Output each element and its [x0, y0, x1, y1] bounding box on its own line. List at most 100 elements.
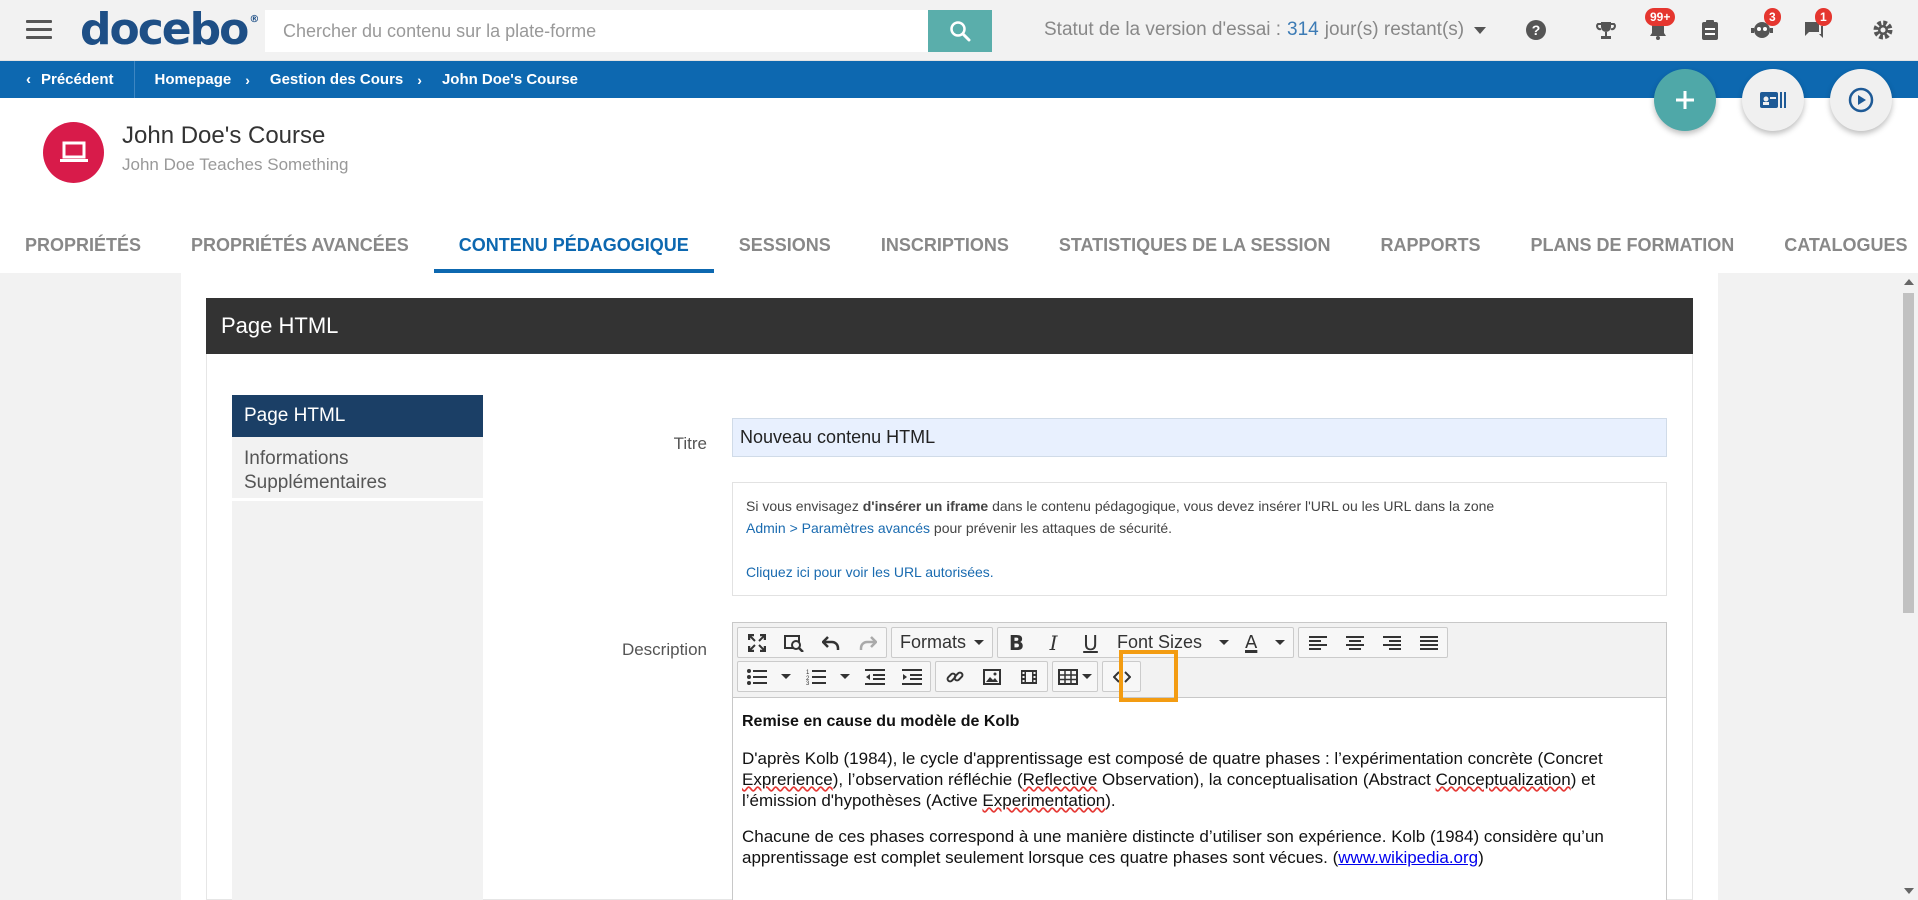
clipboard-icon[interactable]	[1697, 17, 1723, 43]
undo-icon[interactable]	[812, 628, 849, 657]
allowed-urls-link[interactable]: Cliquez ici pour voir les URL autorisées…	[746, 564, 994, 580]
gear-icon[interactable]	[1870, 17, 1896, 43]
formats-dropdown[interactable]: Formats	[892, 628, 992, 657]
caret-down-icon[interactable]	[775, 662, 797, 691]
search-icon	[950, 21, 971, 42]
menu-icon[interactable]	[26, 20, 52, 40]
page-scrollbar[interactable]	[1899, 273, 1918, 900]
align-right-icon[interactable]	[1373, 628, 1410, 657]
play-icon	[1848, 87, 1874, 113]
messages-badge: 1	[1815, 8, 1832, 26]
scroll-down-icon[interactable]	[1904, 888, 1914, 894]
side-item-additional-info[interactable]: Informations Supplémentaires	[232, 437, 483, 501]
side-item-html-page[interactable]: Page HTML	[232, 395, 483, 437]
title-input[interactable]	[732, 418, 1667, 457]
justify-icon[interactable]	[1410, 628, 1447, 657]
rich-text-editor: Formats B I U Font Sizes A 123 Remise en…	[732, 622, 1667, 900]
indent-icon[interactable]	[893, 662, 930, 691]
content-paragraph-2: Chacune de ces phases correspond à une m…	[742, 827, 1604, 867]
iframe-info-box: Si vous envisagez d'insérer un iframe da…	[732, 482, 1667, 596]
bold-icon[interactable]: B	[998, 628, 1035, 657]
caret-down-icon	[1474, 26, 1487, 34]
redo-icon[interactable]	[849, 628, 886, 657]
tab-reports[interactable]: RAPPORTS	[1356, 224, 1506, 273]
italic-icon[interactable]: I	[1035, 628, 1072, 657]
course-header: John Doe's Course John Doe Teaches Somet…	[0, 98, 1918, 273]
docebo-logo[interactable]: docebo ®	[80, 4, 259, 55]
trial-suffix: jour(s) restant(s)	[1324, 19, 1465, 40]
info-line-1: Si vous envisagez d'insérer un iframe da…	[746, 498, 1495, 514]
preview-icon[interactable]	[775, 628, 812, 657]
title-label: Titre	[673, 434, 707, 453]
numbered-list-icon[interactable]: 123	[797, 662, 834, 691]
tab-catalogs[interactable]: CATALOGUES	[1759, 224, 1918, 273]
course-subtitle: John Doe Teaches Something	[122, 155, 349, 174]
tab-advanced-properties[interactable]: PROPRIÉTÉS AVANCÉES	[166, 224, 434, 273]
content-heading: Remise en cause du modèle de Kolb	[742, 713, 1020, 730]
notifications-badge: 99+	[1645, 8, 1676, 26]
play-course-button[interactable]	[1830, 69, 1892, 131]
search-button[interactable]	[928, 10, 992, 52]
breadcrumb-current-course: John Doe's Course	[441, 71, 579, 88]
align-center-icon[interactable]	[1336, 628, 1373, 657]
plus-icon	[1676, 91, 1694, 109]
tab-enrollments[interactable]: INSCRIPTIONS	[856, 224, 1034, 273]
breadcrumb-homepage[interactable]: Homepage ›	[135, 71, 250, 88]
align-left-icon[interactable]	[1299, 628, 1336, 657]
users-badge: 3	[1764, 8, 1781, 26]
breadcrumb-course-management[interactable]: Gestion des Cours ›	[250, 71, 422, 88]
laptop-icon	[59, 141, 88, 162]
breadcrumb: ‹ Précédent Homepage › Gestion des Cours ›…	[0, 61, 1918, 98]
editor-content[interactable]: Remise en cause du modèle de Kolb D'aprè…	[733, 698, 1666, 896]
fullscreen-icon[interactable]	[738, 628, 775, 657]
caret-down-icon	[974, 640, 985, 645]
caret-down-icon	[1219, 640, 1230, 645]
tab-learning-plans[interactable]: PLANS DE FORMATION	[1506, 224, 1760, 273]
svg-text:3: 3	[806, 681, 810, 685]
text-color-dropdown[interactable]: A	[1237, 628, 1293, 657]
advanced-settings-link[interactable]: Admin > Paramètres avancés	[746, 520, 930, 536]
tab-properties[interactable]: PROPRIÉTÉS	[0, 224, 166, 273]
tab-training-material[interactable]: CONTENU PÉDAGOGIQUE	[433, 224, 714, 273]
tab-sessions[interactable]: SESSIONS	[714, 224, 856, 273]
back-label: Précédent	[41, 71, 114, 88]
caret-down-icon	[1275, 640, 1286, 645]
add-button[interactable]	[1654, 69, 1716, 131]
image-icon[interactable]	[973, 662, 1010, 691]
scroll-thumb[interactable]	[1903, 293, 1914, 613]
scroll-up-icon[interactable]	[1904, 279, 1914, 285]
course-card-button[interactable]	[1742, 69, 1804, 131]
course-title: John Doe's Course	[122, 122, 326, 149]
underline-icon[interactable]: U	[1072, 628, 1109, 657]
caret-down-icon[interactable]	[834, 662, 856, 691]
svg-text:?: ?	[1532, 22, 1541, 38]
description-label: Description	[621, 640, 707, 659]
trial-days: 314	[1287, 19, 1319, 40]
course-tabs: PROPRIÉTÉS PROPRIÉTÉS AVANCÉES CONTENU P…	[0, 224, 1918, 273]
link-icon[interactable]	[936, 662, 973, 691]
back-button[interactable]: ‹ Précédent	[0, 61, 135, 98]
trophy-icon[interactable]	[1593, 17, 1619, 43]
trial-status-dropdown[interactable]: Statut de la version d'essai : 314 jour(…	[1044, 19, 1487, 41]
side-menu: Page HTML Informations Supplémentaires	[232, 395, 483, 900]
trial-label: Statut de la version d'essai :	[1044, 19, 1282, 40]
help-icon[interactable]: ?	[1523, 17, 1549, 43]
editor-toolbar: Formats B I U Font Sizes A 123	[733, 623, 1666, 698]
text-color-icon: A	[1245, 632, 1258, 653]
search-input[interactable]	[265, 10, 928, 52]
course-avatar	[43, 122, 104, 183]
wikipedia-link[interactable]: www.wikipedia.org	[1338, 848, 1478, 867]
caret-down-icon	[1082, 674, 1092, 679]
media-icon[interactable]	[1010, 662, 1047, 691]
outdent-icon[interactable]	[856, 662, 893, 691]
info-line-2: Admin > Paramètres avancés pour prévenir…	[746, 520, 1173, 536]
source-code-highlight	[1119, 650, 1178, 702]
page-header: Page HTML	[206, 298, 1693, 354]
content-paragraph-1: D'après Kolb (1984), le cycle d'apprenti…	[742, 749, 1603, 810]
top-bar: docebo® Statut de la version d'essai : 3…	[0, 0, 1918, 61]
chevron-left-icon: ‹	[26, 71, 31, 88]
bullet-list-icon[interactable]	[738, 662, 775, 691]
tab-session-statistics[interactable]: STATISTIQUES DE LA SESSION	[1034, 224, 1356, 273]
table-icon[interactable]	[1053, 662, 1097, 691]
id-card-icon	[1760, 92, 1786, 108]
